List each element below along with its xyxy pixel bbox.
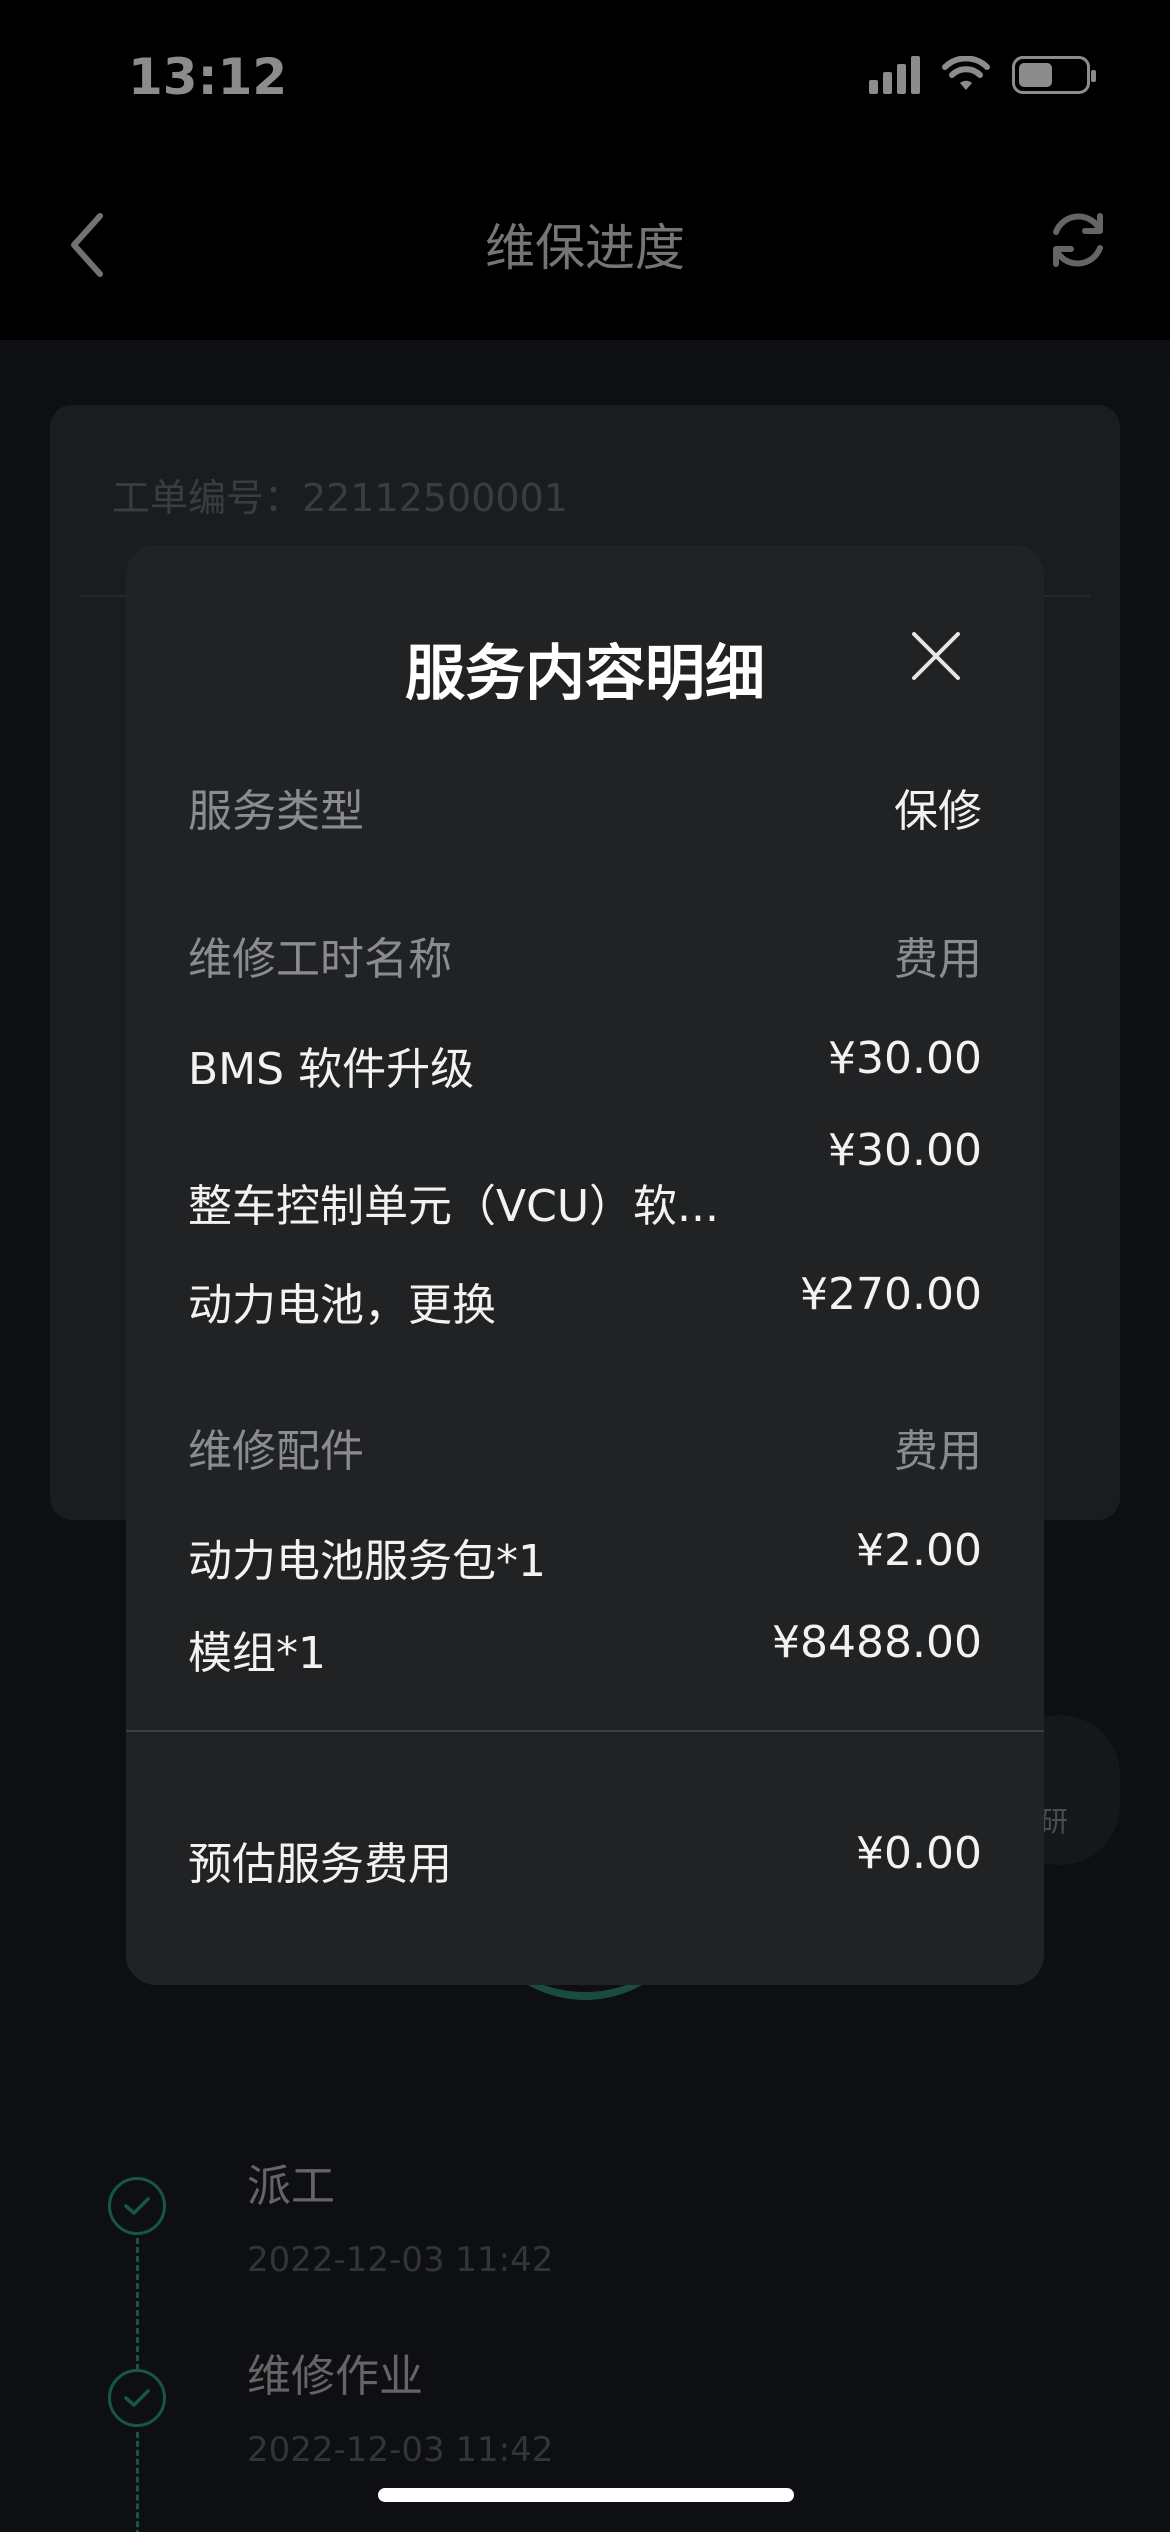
nav-bar: 维保进度 — [0, 150, 1170, 340]
timeline-title: 维修作业 — [247, 2351, 423, 2402]
labor-item-price: ¥270.00 — [800, 1269, 982, 1320]
timeline-connector — [136, 2238, 139, 2370]
labor-fee-header: 费用 — [894, 934, 982, 985]
parts-fee-header: 费用 — [894, 1426, 982, 1477]
service-type-value: 保修 — [894, 786, 982, 837]
parts-item-price: ¥8488.00 — [772, 1617, 982, 1668]
estimate-row: 预估服务费用 ¥0.00 — [188, 1828, 982, 1892]
feedback-bubble-label: 研 — [1040, 1805, 1069, 1838]
status-time: 13:12 — [128, 48, 288, 106]
timeline-date: 2022-12-03 11:42 — [247, 2430, 554, 2470]
labor-item-price: ¥30.00 — [828, 1125, 982, 1176]
labor-item-name: BMS 软件升级 — [188, 1044, 475, 1095]
parts-item-name: 动力电池服务包*1 — [188, 1536, 546, 1587]
refresh-button[interactable] — [1038, 200, 1118, 280]
battery-icon — [1012, 56, 1096, 94]
close-button[interactable] — [910, 630, 962, 682]
wifi-icon — [942, 56, 990, 90]
divider — [126, 1730, 1044, 1732]
service-detail-modal: 服务内容明细 服务类型 保修 维修工时名称 费用 BMS 软件升级 ¥30.00… — [126, 545, 1044, 1985]
parts-header-row: 维修配件 费用 — [188, 1415, 982, 1479]
timeline-connector — [136, 2432, 139, 2532]
refresh-icon — [1053, 213, 1103, 267]
timeline-title: 派工 — [247, 2161, 335, 2212]
labor-item-price: ¥30.00 — [828, 1033, 982, 1084]
service-type-label: 服务类型 — [188, 786, 364, 837]
labor-item-name: 整车控制单元（VCU）软... — [188, 1181, 719, 1232]
close-icon — [912, 632, 960, 680]
estimate-value: ¥0.00 — [856, 1828, 982, 1879]
status-icons — [869, 56, 1096, 94]
modal-title: 服务内容明细 — [405, 639, 765, 709]
status-bar: 13:12 — [0, 0, 1170, 150]
labor-item-row: 动力电池，更换 ¥270.00 — [188, 1269, 982, 1333]
labor-item-name: 动力电池，更换 — [188, 1280, 496, 1331]
labor-header: 维修工时名称 — [188, 934, 452, 985]
labor-header-row: 维修工时名称 费用 — [188, 923, 982, 987]
page-title: 维保进度 — [485, 219, 685, 277]
timeline-date: 2022-12-03 11:42 — [247, 2240, 554, 2280]
order-number: 工单编号：22112500001 — [112, 476, 568, 520]
signal-icon — [869, 56, 920, 94]
estimate-label: 预估服务费用 — [188, 1839, 452, 1890]
service-type-row: 服务类型 保修 — [188, 775, 982, 839]
parts-item-price: ¥2.00 — [856, 1525, 982, 1576]
parts-item-name: 模组*1 — [188, 1628, 326, 1679]
check-circle-icon — [108, 2369, 166, 2427]
check-circle-icon — [108, 2177, 166, 2235]
parts-item-row: 动力电池服务包*1 ¥2.00 — [188, 1525, 982, 1589]
parts-header: 维修配件 — [188, 1426, 364, 1477]
home-indicator — [378, 2488, 794, 2502]
parts-item-row: 模组*1 ¥8488.00 — [188, 1617, 982, 1681]
labor-item-row: 整车控制单元（VCU）软... ¥30.00 — [188, 1125, 982, 1234]
labor-item-row: BMS 软件升级 ¥30.00 — [188, 1033, 982, 1097]
